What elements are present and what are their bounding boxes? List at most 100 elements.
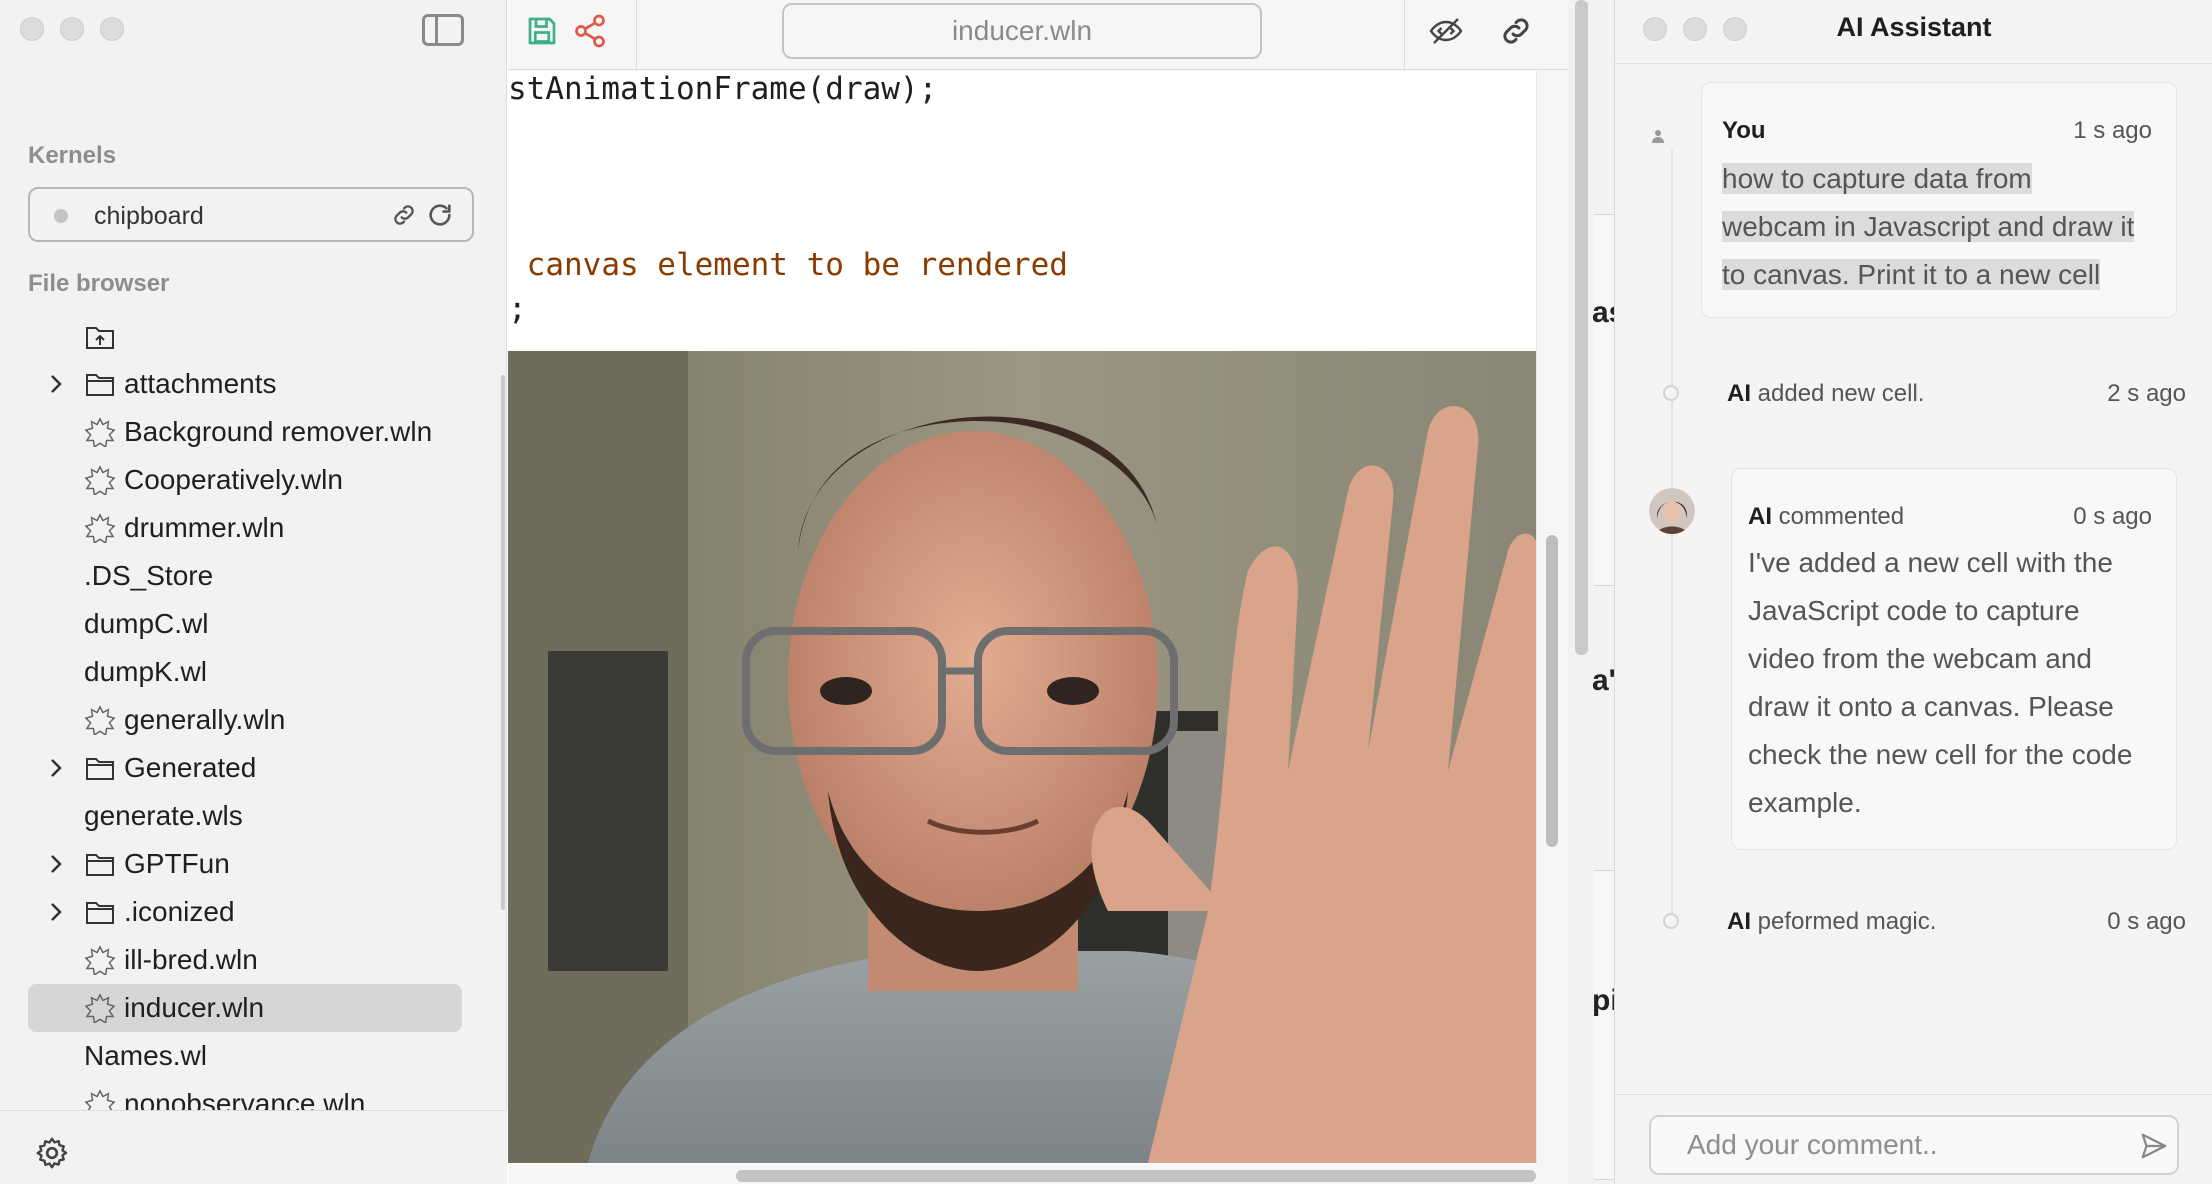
chevron-right-icon[interactable]	[46, 900, 66, 924]
refresh-icon[interactable]	[426, 201, 454, 229]
chevron-right-icon[interactable]	[46, 852, 66, 876]
event-time: 2 s ago	[2107, 380, 2186, 407]
editor-horizontal-scrollbar[interactable]	[508, 1164, 1568, 1184]
background-panel	[1594, 870, 1614, 1180]
file-item[interactable]: generate.wls	[0, 792, 500, 840]
folder-icon	[86, 758, 114, 780]
file-item[interactable]: dumpC.wl	[0, 600, 500, 648]
code-line-string[interactable]: canvas element to be rendered	[508, 247, 1068, 283]
message-line: JavaScript code to capture	[1748, 595, 2080, 626]
file-item[interactable]: generally.wln	[0, 696, 500, 744]
message-line: check the new cell for the code	[1748, 739, 2133, 770]
background-panel	[1594, 214, 1614, 586]
file-item[interactable]: Names.wl	[0, 1032, 500, 1080]
folder-icon	[86, 854, 114, 876]
sidebar-scrollbar[interactable]	[501, 375, 505, 910]
editor: inducer.wln stAnimationFrame(draw); canv…	[508, 0, 1568, 1184]
message-time: 1 s ago	[2073, 117, 2152, 144]
chevron-right-icon[interactable]	[46, 372, 66, 396]
window-controls	[20, 17, 124, 41]
file-item[interactable]: Generated	[0, 744, 500, 792]
kernel-status-dot	[54, 209, 68, 223]
file-name: Cooperatively.wln	[124, 464, 343, 495]
sidebar-footer	[0, 1110, 507, 1184]
share-icon[interactable]	[572, 13, 608, 49]
upload-folder-icon[interactable]	[84, 321, 116, 351]
kernels-label: Kernels	[28, 142, 117, 169]
hide-code-icon[interactable]	[1428, 13, 1464, 49]
editor-vertical-scrollbar[interactable]	[1546, 535, 1558, 847]
send-icon[interactable]	[2139, 1131, 2169, 1161]
timeline-dot	[1663, 913, 1679, 929]
message-text: how to capture data from webcam in Javas…	[1722, 155, 2135, 299]
file-name: dumpK.wl	[84, 656, 207, 687]
notebook-star-icon	[84, 417, 116, 447]
message-line: example.	[1748, 787, 1862, 818]
file-name: generate.wls	[84, 800, 243, 831]
file-item[interactable]: .iconized	[0, 888, 500, 936]
sidebar: Kernels chipboard File browser attachmen…	[0, 0, 507, 1184]
notebook-title-field[interactable]: inducer.wln	[782, 3, 1262, 59]
ai-assistant-panel: AI Assistant You 1 s ago how to capture …	[1614, 0, 2212, 1184]
message-line: draw it onto a canvas. Please	[1748, 691, 2114, 722]
sidebar-toggle-icon[interactable]	[422, 14, 464, 46]
notebook-star-icon	[84, 705, 116, 735]
file-name: drummer.wln	[124, 512, 285, 543]
file-item[interactable]: drummer.wln	[0, 504, 500, 552]
message-line: webcam in Javascript and draw it	[1722, 211, 2135, 242]
minimize-window-button[interactable]	[60, 17, 84, 41]
notebook-star-icon	[84, 993, 116, 1023]
maximize-window-button[interactable]	[100, 17, 124, 41]
code-line[interactable]: stAnimationFrame(draw);	[508, 71, 937, 107]
file-item[interactable]: GPTFun	[0, 840, 500, 888]
message-line: video from the webcam and	[1748, 643, 2092, 674]
toolbar-divider	[636, 0, 637, 70]
file-item[interactable]: Cooperatively.wln	[0, 456, 500, 504]
close-window-button[interactable]	[20, 17, 44, 41]
file-name: Background remover.wln	[124, 416, 433, 447]
horizontal-scroll-thumb[interactable]	[736, 1170, 1536, 1182]
notebook-document[interactable]: stAnimationFrame(draw); canvas element t…	[508, 71, 1536, 1164]
file-name: ill-bred.wln	[124, 944, 258, 975]
ai-avatar	[1649, 488, 1695, 534]
assistant-title: AI Assistant	[1836, 12, 1992, 42]
file-name: inducer.wln	[124, 992, 265, 1023]
message-line: I've added a new cell with the	[1748, 547, 2113, 578]
file-item[interactable]: dumpK.wl	[0, 648, 500, 696]
background-text: pi	[1592, 984, 1614, 1017]
file-browser-label: File browser	[28, 270, 170, 297]
background-window-strip: as a' pi	[1568, 0, 1614, 1184]
file-item-selected[interactable]: inducer.wln	[28, 984, 462, 1032]
chevron-right-icon[interactable]	[46, 756, 66, 780]
comment-box[interactable]	[1649, 1115, 2179, 1175]
save-icon[interactable]	[524, 13, 560, 49]
folder-icon	[86, 902, 114, 924]
file-item[interactable]: attachments	[0, 360, 500, 408]
code-line[interactable]: ;	[508, 291, 527, 327]
kernel-selector[interactable]: chipboard	[28, 187, 474, 242]
file-name: Names.wl	[84, 1040, 207, 1071]
comment-input[interactable]	[1687, 1125, 2127, 1165]
user-icon	[1652, 130, 1664, 143]
upload-row[interactable]	[0, 312, 500, 360]
link-icon[interactable]	[390, 201, 418, 229]
file-item[interactable]: Background remover.wln	[0, 408, 500, 456]
file-name: dumpC.wl	[84, 608, 209, 639]
kernel-name: chipboard	[94, 202, 204, 230]
file-item[interactable]: ill-bred.wln	[0, 936, 500, 984]
toolbar-divider	[1404, 0, 1405, 70]
event-magic: AI peformed magic.	[1727, 908, 1937, 935]
event-time: 0 s ago	[2107, 908, 2186, 935]
gear-icon[interactable]	[34, 1135, 70, 1171]
file-name: GPTFun	[124, 848, 230, 879]
file-name: attachments	[124, 368, 277, 399]
file-item[interactable]: .DS_Store	[0, 552, 500, 600]
message-text: I've added a new cell with the JavaScrip…	[1748, 539, 2132, 827]
file-name: Generated	[124, 752, 257, 783]
timeline-dot	[1663, 385, 1679, 401]
file-name: generally.wln	[124, 704, 286, 735]
background-text: a'	[1592, 664, 1614, 697]
background-scrollbar[interactable]	[1575, 0, 1588, 655]
message-line: how to capture data from	[1722, 163, 2032, 194]
link-icon[interactable]	[1498, 13, 1534, 49]
